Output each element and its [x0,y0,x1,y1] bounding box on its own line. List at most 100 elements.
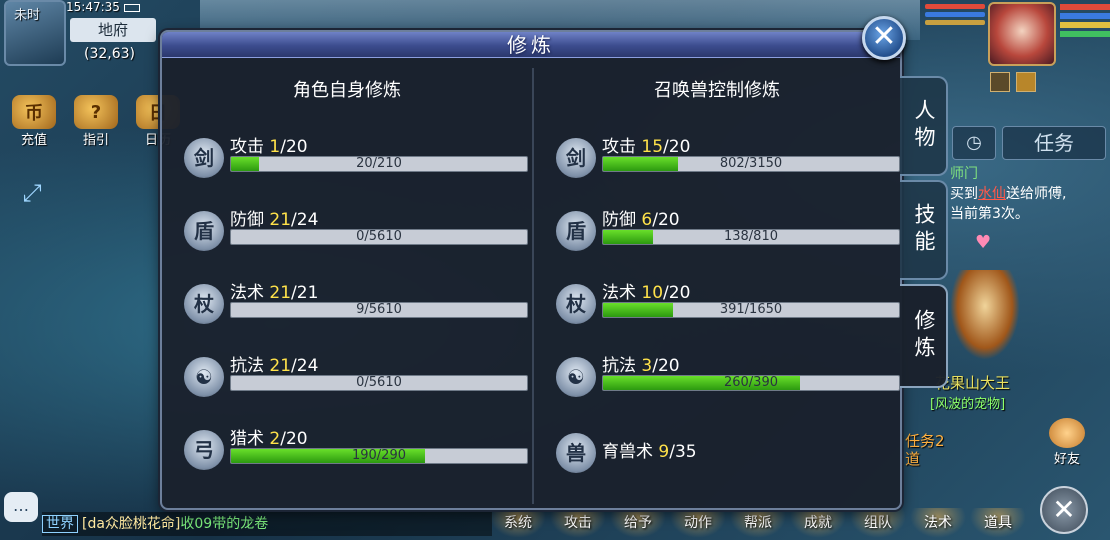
exp-bar: 260/390 [602,375,900,391]
menu-action[interactable]: 动作 [670,508,726,538]
clock-text: 15:47:35 [66,0,120,14]
quest-tracker[interactable]: 师门 买到水仙送给师傅, 当前第3次。 [950,164,1110,224]
sword-icon: 剑 [184,138,224,178]
staff-icon: 杖 [184,284,224,324]
bow-icon: 弓 [184,430,224,470]
shield-icon: 盾 [556,211,596,251]
menu-achievement[interactable]: 成就 [790,508,846,538]
pet-hp-bar [925,4,985,9]
player-portrait[interactable] [988,2,1056,66]
self-attack-row[interactable]: 剑 攻击 1/20 20/210 [172,132,528,194]
skill-label: 抗法 [602,356,636,376]
pet-status-bars [925,4,985,28]
self-defense-row[interactable]: 盾 防御 21/24 0/5610 [172,205,528,267]
self-resist-row[interactable]: ☯ 抗法 21/24 0/5610 [172,351,528,413]
chat-message[interactable]: 世界 [da众脸桃花命]收09带的龙卷 [42,512,492,536]
quest-2[interactable]: 任务2 道 [905,432,945,468]
tab-character[interactable]: 人物 [900,76,948,176]
close-menu-button[interactable]: ✕ [1040,486,1088,534]
pet-defense-row[interactable]: 盾 防御 6/20 138/810 [544,205,900,267]
task-button[interactable]: 任务 [1002,126,1106,160]
menu-give[interactable]: 给予 [610,508,666,538]
exp-text: 0/5610 [356,229,402,244]
cultivation-dialog: 修炼 角色自身修炼 召唤兽控制修炼 剑 攻击 1/20 20/210 盾 防御 … [160,30,902,510]
skill-max: /21 [291,283,319,303]
pet-magic-row[interactable]: 杖 法术 10/20 391/1650 [544,278,900,340]
exp-text: 9/5610 [356,302,402,317]
exp-text: 391/1650 [719,302,783,317]
pet-exp-bar [925,20,985,25]
friends-button[interactable]: 好友 [1044,418,1090,467]
skill-level: 21 [269,210,292,230]
skill-label: 猎术 [230,429,264,449]
skill-max: /20 [652,210,680,230]
beast-skull-icon: 兽 [556,433,596,473]
chest-icon[interactable] [1016,72,1036,92]
skill-name: 防御 6/20 [602,205,680,230]
pet-mp-bar [925,12,985,17]
skill-max: /20 [280,137,308,157]
skill-max: /35 [669,442,697,462]
menu-items[interactable]: 道具 [970,508,1026,538]
self-hunting-row[interactable]: 弓 猎术 2/20 190/290 [172,424,528,486]
exp-text: 0/5610 [356,375,402,390]
player-status-bars [1060,4,1110,40]
menu-system[interactable]: 系统 [490,508,546,538]
guide-button[interactable]: ? 指引 [70,95,122,148]
exp-text: 802/3150 [719,156,783,171]
skill-label: 攻击 [602,137,636,157]
section-divider [532,68,534,504]
bottom-menu: 系统 攻击 给予 动作 帮派 成就 组队 法术 道具 [490,508,1026,538]
close-dialog-button[interactable]: ✕ [862,16,906,60]
dialog-title: 修炼 [507,33,555,57]
menu-attack[interactable]: 攻击 [550,508,606,538]
skill-label: 防御 [230,210,264,230]
npc-character[interactable] [950,270,1020,360]
quest-line-2: 当前第3次。 [950,206,1029,222]
chat-icon[interactable]: … [4,492,38,522]
recharge-label: 充值 [20,133,47,148]
skill-label: 法术 [602,283,636,303]
exp-bar: 802/3150 [602,156,900,172]
exp-bar: 9/5610 [230,302,528,318]
handshake-icon [1049,418,1085,448]
skill-level: 6 [641,210,653,230]
minimap-status[interactable]: 未时 15:47:35 地府 (32,63) [4,0,156,70]
skill-name: 法术 10/20 [602,278,690,303]
player-sp-bar [1060,22,1110,28]
exp-text: 260/390 [723,375,778,390]
menu-spell[interactable]: 法术 [910,508,966,538]
skill-level: 2 [269,429,281,449]
exp-bar: 391/1650 [602,302,900,318]
player-mp-bar [1060,13,1110,19]
tab-skills[interactable]: 技能 [900,180,948,280]
skill-max: /20 [280,429,308,449]
self-magic-row[interactable]: 杖 法术 21/21 9/5610 [172,278,528,340]
skill-max: /24 [291,210,319,230]
skill-max: /24 [291,356,319,376]
skill-level: 21 [269,356,292,376]
skill-label: 防御 [602,210,636,230]
timer-icon[interactable]: ◷ [952,126,996,160]
skill-label: 育兽术 [602,442,653,462]
skill-name: 抗法 3/20 [602,351,680,376]
pet-attack-row[interactable]: 剑 攻击 15/20 802/3150 [544,132,900,194]
coin-icon: 币 [12,95,56,129]
skill-name: 法术 21/21 [230,278,318,303]
tab-cultivation[interactable]: 修炼 [900,284,948,388]
question-icon: ? [74,95,118,129]
quest-item-link[interactable]: 水仙 [978,186,1006,202]
expand-icon[interactable]: ⤢ [14,175,50,211]
staff-icon: 杖 [556,284,596,324]
dialog-header: 修炼 [162,32,900,58]
exp-text: 20/210 [356,156,402,171]
npc-subtitle: [风波的宠物] [930,397,1006,412]
pet-breeding-row[interactable]: 兽 育兽术 9/35 [544,427,884,489]
chat-speaker[interactable]: [da众脸桃花命] [82,516,180,532]
menu-guild[interactable]: 帮派 [730,508,786,538]
exp-bar: 0/5610 [230,375,528,391]
pet-resist-row[interactable]: ☯ 抗法 3/20 260/390 [544,351,900,413]
recharge-button[interactable]: 币 充值 [8,95,60,148]
buff-icon[interactable] [990,72,1010,92]
menu-team[interactable]: 组队 [850,508,906,538]
